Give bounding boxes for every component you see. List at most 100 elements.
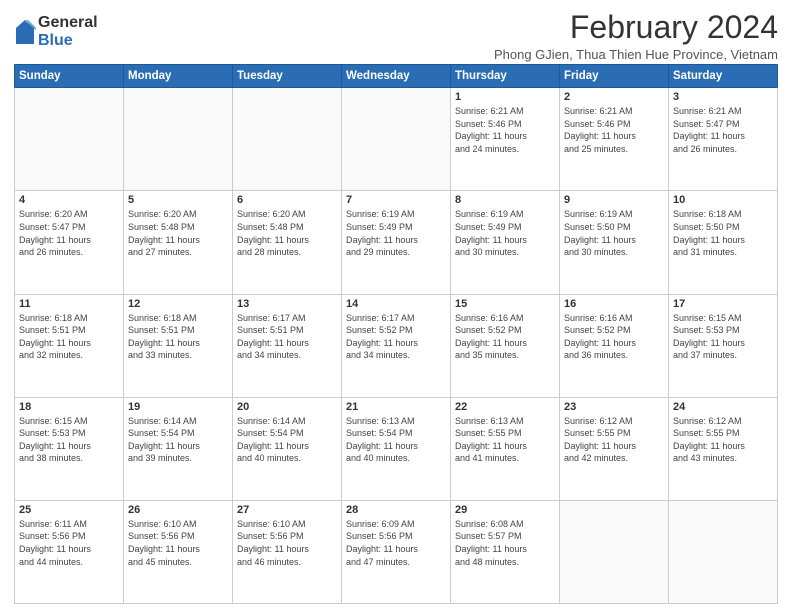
- calendar-cell: 16 Sunrise: 6:16 AM Sunset: 5:52 PM Dayli…: [560, 294, 669, 397]
- day-info: Sunrise: 6:10 AM Sunset: 5:56 PM Dayligh…: [237, 518, 337, 568]
- day-number: 13: [237, 298, 337, 310]
- calendar-cell: 17 Sunrise: 6:15 AM Sunset: 5:53 PM Dayli…: [669, 294, 778, 397]
- day-number: 1: [455, 91, 555, 103]
- day-info: Sunrise: 6:20 AM Sunset: 5:48 PM Dayligh…: [237, 208, 337, 258]
- calendar-cell: [560, 500, 669, 603]
- calendar-header-monday: Monday: [124, 65, 233, 88]
- day-number: 12: [128, 298, 228, 310]
- day-info: Sunrise: 6:21 AM Sunset: 5:46 PM Dayligh…: [455, 105, 555, 155]
- logo-blue: Blue: [38, 32, 98, 50]
- calendar-cell: 4Sunrise: 6:20 AM Sunset: 5:47 PM Daylig…: [15, 191, 124, 294]
- day-number: 26: [128, 504, 228, 516]
- calendar-cell: 26 Sunrise: 6:10 AM Sunset: 5:56 PM Dayli…: [124, 500, 233, 603]
- calendar-cell: 14 Sunrise: 6:17 AM Sunset: 5:52 PM Dayli…: [342, 294, 451, 397]
- day-number: 16: [564, 298, 664, 310]
- day-number: 18: [19, 401, 119, 413]
- calendar-cell: 27 Sunrise: 6:10 AM Sunset: 5:56 PM Dayli…: [233, 500, 342, 603]
- day-info: Sunrise: 6:17 AM Sunset: 5:52 PM Dayligh…: [346, 312, 446, 362]
- calendar-header-wednesday: Wednesday: [342, 65, 451, 88]
- calendar-cell: [669, 500, 778, 603]
- day-number: 14: [346, 298, 446, 310]
- calendar-week-2: 4Sunrise: 6:20 AM Sunset: 5:47 PM Daylig…: [15, 191, 778, 294]
- day-info: Sunrise: 6:19 AM Sunset: 5:50 PM Dayligh…: [564, 208, 664, 258]
- calendar-cell: 1 Sunrise: 6:21 AM Sunset: 5:46 PM Daylig…: [451, 88, 560, 191]
- day-info: Sunrise: 6:14 AM Sunset: 5:54 PM Dayligh…: [237, 415, 337, 465]
- page: General Blue February 2024 Phong GJien, …: [0, 0, 792, 612]
- day-info: Sunrise: 6:13 AM Sunset: 5:55 PM Dayligh…: [455, 415, 555, 465]
- day-number: 25: [19, 504, 119, 516]
- day-number: 23: [564, 401, 664, 413]
- calendar-cell: [342, 88, 451, 191]
- calendar-header-thursday: Thursday: [451, 65, 560, 88]
- calendar-cell: 13 Sunrise: 6:17 AM Sunset: 5:51 PM Dayli…: [233, 294, 342, 397]
- day-info: Sunrise: 6:13 AM Sunset: 5:54 PM Dayligh…: [346, 415, 446, 465]
- day-info: Sunrise: 6:10 AM Sunset: 5:56 PM Dayligh…: [128, 518, 228, 568]
- calendar-cell: 5Sunrise: 6:20 AM Sunset: 5:48 PM Daylig…: [124, 191, 233, 294]
- calendar-cell: 25Sunrise: 6:11 AM Sunset: 5:56 PM Dayli…: [15, 500, 124, 603]
- day-info: Sunrise: 6:21 AM Sunset: 5:46 PM Dayligh…: [564, 105, 664, 155]
- day-info: Sunrise: 6:14 AM Sunset: 5:54 PM Dayligh…: [128, 415, 228, 465]
- day-number: 2: [564, 91, 664, 103]
- calendar-week-3: 11Sunrise: 6:18 AM Sunset: 5:51 PM Dayli…: [15, 294, 778, 397]
- calendar-week-5: 25Sunrise: 6:11 AM Sunset: 5:56 PM Dayli…: [15, 500, 778, 603]
- day-number: 9: [564, 194, 664, 206]
- day-number: 8: [455, 194, 555, 206]
- day-info: Sunrise: 6:19 AM Sunset: 5:49 PM Dayligh…: [455, 208, 555, 258]
- calendar-cell: [124, 88, 233, 191]
- calendar-cell: 22 Sunrise: 6:13 AM Sunset: 5:55 PM Dayli…: [451, 397, 560, 500]
- day-number: 6: [237, 194, 337, 206]
- day-number: 17: [673, 298, 773, 310]
- day-number: 3: [673, 91, 773, 103]
- calendar-cell: 18 Sunrise: 6:15 AM Sunset: 5:53 PM Dayli…: [15, 397, 124, 500]
- day-number: 29: [455, 504, 555, 516]
- calendar-cell: 10Sunrise: 6:18 AM Sunset: 5:50 PM Dayli…: [669, 191, 778, 294]
- title-block: February 2024 Phong GJien, Thua Thien Hu…: [494, 10, 778, 62]
- day-info: Sunrise: 6:17 AM Sunset: 5:51 PM Dayligh…: [237, 312, 337, 362]
- day-info: Sunrise: 6:20 AM Sunset: 5:48 PM Dayligh…: [128, 208, 228, 258]
- day-number: 24: [673, 401, 773, 413]
- day-info: Sunrise: 6:16 AM Sunset: 5:52 PM Dayligh…: [564, 312, 664, 362]
- calendar-cell: 19 Sunrise: 6:14 AM Sunset: 5:54 PM Dayli…: [124, 397, 233, 500]
- calendar-cell: 29 Sunrise: 6:08 AM Sunset: 5:57 PM Dayli…: [451, 500, 560, 603]
- main-title: February 2024: [494, 10, 778, 45]
- day-info: Sunrise: 6:12 AM Sunset: 5:55 PM Dayligh…: [564, 415, 664, 465]
- header: General Blue February 2024 Phong GJien, …: [14, 10, 778, 62]
- logo-general: General: [38, 14, 98, 32]
- calendar-week-1: 1 Sunrise: 6:21 AM Sunset: 5:46 PM Daylig…: [15, 88, 778, 191]
- calendar-cell: 28 Sunrise: 6:09 AM Sunset: 5:56 PM Dayli…: [342, 500, 451, 603]
- calendar-header-friday: Friday: [560, 65, 669, 88]
- day-info: Sunrise: 6:12 AM Sunset: 5:55 PM Dayligh…: [673, 415, 773, 465]
- day-number: 22: [455, 401, 555, 413]
- day-info: Sunrise: 6:18 AM Sunset: 5:51 PM Dayligh…: [19, 312, 119, 362]
- logo-text: General Blue: [38, 14, 98, 49]
- calendar-cell: 23 Sunrise: 6:12 AM Sunset: 5:55 PM Dayli…: [560, 397, 669, 500]
- calendar-week-4: 18 Sunrise: 6:15 AM Sunset: 5:53 PM Dayli…: [15, 397, 778, 500]
- calendar-cell: 3Sunrise: 6:21 AM Sunset: 5:47 PM Daylig…: [669, 88, 778, 191]
- calendar-cell: 6 Sunrise: 6:20 AM Sunset: 5:48 PM Daylig…: [233, 191, 342, 294]
- calendar-cell: [15, 88, 124, 191]
- day-info: Sunrise: 6:15 AM Sunset: 5:53 PM Dayligh…: [673, 312, 773, 362]
- day-info: Sunrise: 6:15 AM Sunset: 5:53 PM Dayligh…: [19, 415, 119, 465]
- calendar-cell: 20 Sunrise: 6:14 AM Sunset: 5:54 PM Dayli…: [233, 397, 342, 500]
- day-number: 19: [128, 401, 228, 413]
- day-number: 27: [237, 504, 337, 516]
- calendar-cell: 7Sunrise: 6:19 AM Sunset: 5:49 PM Daylig…: [342, 191, 451, 294]
- logo: General Blue: [14, 14, 98, 49]
- day-number: 15: [455, 298, 555, 310]
- day-number: 4: [19, 194, 119, 206]
- calendar-cell: [233, 88, 342, 191]
- day-number: 28: [346, 504, 446, 516]
- calendar-cell: 9 Sunrise: 6:19 AM Sunset: 5:50 PM Daylig…: [560, 191, 669, 294]
- calendar-cell: 8 Sunrise: 6:19 AM Sunset: 5:49 PM Daylig…: [451, 191, 560, 294]
- calendar-cell: 11Sunrise: 6:18 AM Sunset: 5:51 PM Dayli…: [15, 294, 124, 397]
- calendar-header-sunday: Sunday: [15, 65, 124, 88]
- calendar-cell: 21 Sunrise: 6:13 AM Sunset: 5:54 PM Dayli…: [342, 397, 451, 500]
- day-info: Sunrise: 6:08 AM Sunset: 5:57 PM Dayligh…: [455, 518, 555, 568]
- day-number: 21: [346, 401, 446, 413]
- day-number: 20: [237, 401, 337, 413]
- calendar-header-row: SundayMondayTuesdayWednesdayThursdayFrid…: [15, 65, 778, 88]
- calendar-cell: 15Sunrise: 6:16 AM Sunset: 5:52 PM Dayli…: [451, 294, 560, 397]
- day-info: Sunrise: 6:09 AM Sunset: 5:56 PM Dayligh…: [346, 518, 446, 568]
- calendar-header-saturday: Saturday: [669, 65, 778, 88]
- day-info: Sunrise: 6:18 AM Sunset: 5:51 PM Dayligh…: [128, 312, 228, 362]
